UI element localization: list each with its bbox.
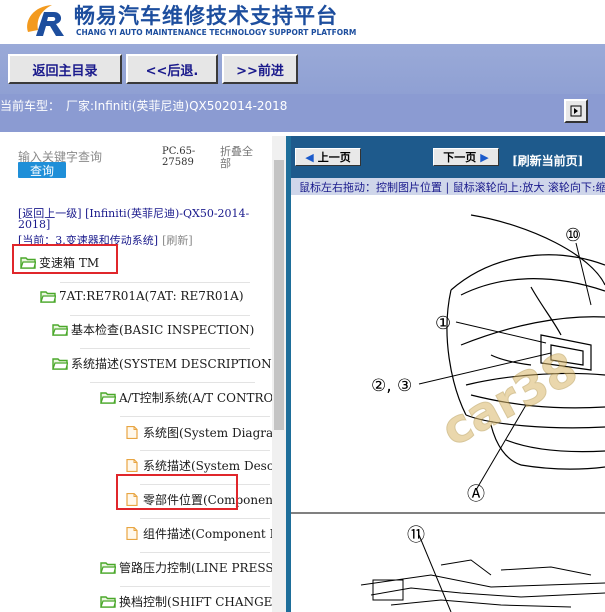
vehicle-diagram-image: car38 ⑩ ① ②, ③ Ⓐ ⑪ [291, 214, 605, 612]
folder-icon [100, 561, 117, 574]
document-icon [124, 458, 140, 472]
back-button[interactable]: <<后退. [126, 54, 218, 84]
tree-item[interactable]: 系统描述(System Descr [124, 455, 279, 475]
current-car-bar: 当前车型： 厂家:Infiniti(英菲尼迪)QX502014-2018 [0, 94, 605, 132]
tree-separator [80, 348, 250, 349]
tree-separator [90, 382, 255, 383]
folder-icon [52, 357, 69, 370]
current-car-value: 厂家:Infiniti(英菲尼迪)QX502014-2018 [66, 99, 288, 113]
tree-item[interactable]: 组件描述(Component D [124, 523, 279, 543]
catalog-panel: 输入关键字查询 查询 PC.65-27589 折叠全部 [返回上一级] [Inf… [0, 136, 288, 612]
folder-icon [100, 391, 117, 404]
tree-item-label: 7AT:RE7R01A(7AT: RE7R01A) [59, 289, 244, 303]
callout-10: ⑩ [565, 225, 581, 246]
tree-item-label: A/T控制系统(A/T CONTRO [119, 390, 274, 405]
tree-separator [120, 586, 270, 587]
nav-path: [返回上一级] [Infiniti(英菲尼迪)-QX50-2014-2018] [18, 208, 258, 230]
brand-logo-icon [27, 5, 64, 36]
viewer-hint-bar: 鼠标左右拖动：控制图片位置 | 鼠标滚轮向上:放大 滚轮向下:缩小 [291, 178, 605, 195]
tree-item[interactable]: 系统描述(SYSTEM DESCRIPTION) [52, 353, 276, 373]
app-title: 畅易汽车维修技术支持平台 [74, 4, 338, 28]
component-diagram[interactable]: car38 ⑩ ① ②, ③ Ⓐ ⑪ [291, 195, 605, 612]
prev-arrow-icon: ◀ [305, 150, 314, 164]
tree-item[interactable]: 换档控制(SHIFT CHANGE C [100, 591, 285, 611]
tree-item-label: 系统描述(System Descr [143, 458, 280, 473]
tree-item[interactable]: A/T控制系统(A/T CONTRO [100, 387, 273, 407]
callout-11: ⑪ [407, 525, 425, 546]
panel-toggle-button[interactable] [564, 99, 588, 123]
main-toolbar: 返回主目录 <<后退. >>前进 [0, 44, 605, 94]
forward-button[interactable]: >>前进 [222, 54, 298, 84]
next-page-button[interactable]: 下一页 ▶ [433, 148, 499, 166]
next-page-label: 下一页 [443, 151, 477, 164]
callout-2-3: ②, ③ [371, 376, 412, 396]
collapse-all-link[interactable]: 折叠全部 [220, 146, 256, 170]
folder-icon [52, 323, 69, 336]
tree-separator [60, 282, 250, 283]
prev-page-label: 上一页 [317, 151, 351, 164]
tree-item-label: 管路压力控制(LINE PRESSU [119, 560, 284, 575]
tree-separator [140, 552, 270, 553]
page-code: PC.65-27589 [162, 146, 196, 168]
refresh-page-link[interactable]: [刷新当前页] [512, 152, 583, 169]
tree-item-label: 系统图(System Diagram [143, 425, 285, 440]
tree-item-label: 换档控制(SHIFT CHANGE C [119, 594, 286, 609]
folder-icon [100, 595, 117, 608]
tree-separator [140, 518, 270, 519]
document-icon [124, 425, 140, 439]
tree-separator [140, 450, 270, 451]
next-arrow-icon: ▶ [480, 150, 489, 164]
current-car-label: 当前车型： [0, 99, 61, 113]
callout-a: Ⓐ [467, 484, 485, 505]
tree-item[interactable]: 7AT:RE7R01A(7AT: RE7R01A) [40, 286, 244, 306]
home-button[interactable]: 返回主目录 [8, 54, 122, 84]
tree-scrollbar-thumb[interactable] [274, 160, 284, 430]
highlight-box [12, 244, 118, 274]
tree-item[interactable]: 管路压力控制(LINE PRESSU [100, 557, 284, 577]
collapse-arrow-icon [570, 105, 582, 117]
app-subtitle: CHANG YI AUTO MAINTENANCE TECHNOLOGY SUP… [76, 28, 357, 37]
highlight-box [116, 474, 238, 510]
watermark-text: car38 [433, 341, 586, 457]
search-button[interactable]: 查询 [18, 162, 66, 178]
tree-separator [70, 315, 250, 316]
tree-separator [120, 416, 270, 417]
document-icon [124, 526, 140, 540]
refresh-link[interactable]: [刷新] [162, 234, 193, 247]
app-header: 畅易汽车维修技术支持平台 CHANG YI AUTO MAINTENANCE T… [0, 0, 605, 44]
tree-item[interactable]: 系统图(System Diagram [124, 422, 285, 442]
tree-item-label: 组件描述(Component D [143, 526, 280, 541]
callout-1: ① [435, 313, 451, 334]
prev-page-button[interactable]: ◀ 上一页 [295, 148, 361, 166]
tree-item-label: 系统描述(SYSTEM DESCRIPTION) [71, 356, 277, 371]
folder-icon [40, 290, 57, 303]
viewer-hint: 鼠标左右拖动：控制图片位置 | 鼠标滚轮向上:放大 滚轮向下:缩小 [299, 181, 605, 194]
tree-item[interactable]: 基本检查(BASIC INSPECTION) [52, 319, 254, 339]
tree-item-label: 基本检查(BASIC INSPECTION) [71, 322, 255, 337]
